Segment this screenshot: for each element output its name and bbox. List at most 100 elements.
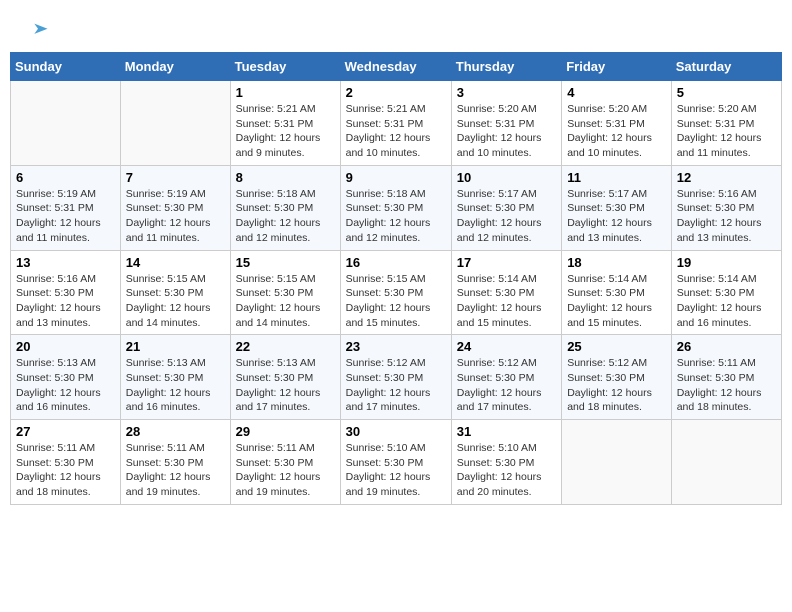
weekday-header-monday: Monday (120, 53, 230, 81)
day-info: Sunrise: 5:18 AM Sunset: 5:30 PM Dayligh… (346, 187, 446, 246)
calendar-cell: 12 Sunrise: 5:16 AM Sunset: 5:30 PM Dayli… (671, 165, 781, 250)
day-number: 31 (457, 424, 556, 439)
day-number: 26 (677, 339, 776, 354)
day-info: Sunrise: 5:19 AM Sunset: 5:31 PM Dayligh… (16, 187, 115, 246)
calendar-cell: 18 Sunrise: 5:14 AM Sunset: 5:30 PM Dayli… (562, 250, 672, 335)
day-number: 19 (677, 255, 776, 270)
day-number: 29 (236, 424, 335, 439)
day-number: 9 (346, 170, 446, 185)
weekday-header-wednesday: Wednesday (340, 53, 451, 81)
calendar-cell: 6 Sunrise: 5:19 AM Sunset: 5:31 PM Daylig… (11, 165, 121, 250)
day-number: 28 (126, 424, 225, 439)
day-number: 20 (16, 339, 115, 354)
calendar-cell: 25Sunrise: 5:12 AM Sunset: 5:30 PM Dayli… (562, 335, 672, 420)
day-info: Sunrise: 5:20 AM Sunset: 5:31 PM Dayligh… (567, 102, 666, 161)
day-info: Sunrise: 5:15 AM Sunset: 5:30 PM Dayligh… (126, 272, 225, 331)
day-number: 3 (457, 85, 556, 100)
day-info: Sunrise: 5:13 AM Sunset: 5:30 PM Dayligh… (236, 356, 335, 415)
logo-icon (27, 20, 49, 42)
calendar-cell: 9 Sunrise: 5:18 AM Sunset: 5:30 PM Daylig… (340, 165, 451, 250)
weekday-header-row: SundayMondayTuesdayWednesdayThursdayFrid… (11, 53, 782, 81)
day-number: 12 (677, 170, 776, 185)
day-number: 2 (346, 85, 446, 100)
calendar-cell: 22 Sunrise: 5:13 AM Sunset: 5:30 PM Dayli… (230, 335, 340, 420)
day-info: Sunrise: 5:21 AM Sunset: 5:31 PM Dayligh… (346, 102, 446, 161)
day-number: 30 (346, 424, 446, 439)
day-info: Sunrise: 5:14 AM Sunset: 5:30 PM Dayligh… (677, 272, 776, 331)
day-number: 10 (457, 170, 556, 185)
calendar-cell: 5 Sunrise: 5:20 AM Sunset: 5:31 PM Daylig… (671, 81, 781, 166)
day-info: Sunrise: 5:17 AM Sunset: 5:30 PM Dayligh… (567, 187, 666, 246)
day-info: Sunrise: 5:18 AM Sunset: 5:30 PM Dayligh… (236, 187, 335, 246)
calendar-cell: 31 Sunrise: 5:10 AM Sunset: 5:30 PM Dayli… (451, 420, 561, 505)
calendar-cell: 21 Sunrise: 5:13 AM Sunset: 5:30 PM Dayli… (120, 335, 230, 420)
calendar-cell: 20Sunrise: 5:13 AM Sunset: 5:30 PM Dayli… (11, 335, 121, 420)
calendar-cell: 10Sunrise: 5:17 AM Sunset: 5:30 PM Dayli… (451, 165, 561, 250)
day-info: Sunrise: 5:15 AM Sunset: 5:30 PM Dayligh… (236, 272, 335, 331)
calendar-cell: 30 Sunrise: 5:10 AM Sunset: 5:30 PM Dayli… (340, 420, 451, 505)
weekday-header-friday: Friday (562, 53, 672, 81)
day-number: 16 (346, 255, 446, 270)
calendar-cell: 2 Sunrise: 5:21 AM Sunset: 5:31 PM Daylig… (340, 81, 451, 166)
day-info: Sunrise: 5:10 AM Sunset: 5:30 PM Dayligh… (457, 441, 556, 500)
weekday-header-saturday: Saturday (671, 53, 781, 81)
calendar-cell (11, 81, 121, 166)
calendar-cell: 1Sunrise: 5:21 AM Sunset: 5:31 PM Daylig… (230, 81, 340, 166)
day-number: 22 (236, 339, 335, 354)
calendar-cell: 23Sunrise: 5:12 AM Sunset: 5:30 PM Dayli… (340, 335, 451, 420)
day-info: Sunrise: 5:10 AM Sunset: 5:30 PM Dayligh… (346, 441, 446, 500)
day-info: Sunrise: 5:14 AM Sunset: 5:30 PM Dayligh… (567, 272, 666, 331)
calendar-cell: 16 Sunrise: 5:15 AM Sunset: 5:30 PM Dayli… (340, 250, 451, 335)
calendar-cell: 24 Sunrise: 5:12 AM Sunset: 5:30 PM Dayli… (451, 335, 561, 420)
day-info: Sunrise: 5:16 AM Sunset: 5:30 PM Dayligh… (677, 187, 776, 246)
calendar-cell: 19 Sunrise: 5:14 AM Sunset: 5:30 PM Dayli… (671, 250, 781, 335)
day-info: Sunrise: 5:12 AM Sunset: 5:30 PM Dayligh… (457, 356, 556, 415)
day-number: 14 (126, 255, 225, 270)
day-info: Sunrise: 5:14 AM Sunset: 5:30 PM Dayligh… (457, 272, 556, 331)
day-number: 13 (16, 255, 115, 270)
weekday-header-thursday: Thursday (451, 53, 561, 81)
calendar-cell: 17 Sunrise: 5:14 AM Sunset: 5:30 PM Dayli… (451, 250, 561, 335)
week-row-2: 6 Sunrise: 5:19 AM Sunset: 5:31 PM Daylig… (11, 165, 782, 250)
calendar-cell: 7 Sunrise: 5:19 AM Sunset: 5:30 PM Daylig… (120, 165, 230, 250)
day-info: Sunrise: 5:12 AM Sunset: 5:30 PM Dayligh… (346, 356, 446, 415)
day-number: 21 (126, 339, 225, 354)
calendar-cell: 8 Sunrise: 5:18 AM Sunset: 5:30 PM Daylig… (230, 165, 340, 250)
calendar-cell: 14 Sunrise: 5:15 AM Sunset: 5:30 PM Dayli… (120, 250, 230, 335)
calendar-cell: 28Sunrise: 5:11 AM Sunset: 5:30 PM Dayli… (120, 420, 230, 505)
day-info: Sunrise: 5:11 AM Sunset: 5:30 PM Dayligh… (677, 356, 776, 415)
day-number: 11 (567, 170, 666, 185)
day-number: 15 (236, 255, 335, 270)
calendar-cell: 4 Sunrise: 5:20 AM Sunset: 5:31 PM Daylig… (562, 81, 672, 166)
week-row-3: 13 Sunrise: 5:16 AM Sunset: 5:30 PM Dayli… (11, 250, 782, 335)
week-row-4: 20 Sunrise: 5:13 AM Sunset: 5:30 PM Dayli… (11, 335, 782, 420)
day-number: 4 (567, 85, 666, 100)
calendar-cell (562, 420, 672, 505)
day-number: 6 (16, 170, 115, 185)
day-number: 27 (16, 424, 115, 439)
day-info: Sunrise: 5:11 AM Sunset: 5:30 PM Dayligh… (16, 441, 115, 500)
logo (25, 20, 49, 42)
week-row-1: 1 Sunrise: 5:21 AM Sunset: 5:31 PM Daylig… (11, 81, 782, 166)
day-number: 25 (567, 339, 666, 354)
day-info: Sunrise: 5:20 AM Sunset: 5:31 PM Dayligh… (677, 102, 776, 161)
day-number: 17 (457, 255, 556, 270)
day-info: Sunrise: 5:15 AM Sunset: 5:30 PM Dayligh… (346, 272, 446, 331)
day-info: Sunrise: 5:13 AM Sunset: 5:30 PM Dayligh… (126, 356, 225, 415)
day-info: Sunrise: 5:16 AM Sunset: 5:30 PM Dayligh… (16, 272, 115, 331)
day-number: 18 (567, 255, 666, 270)
day-number: 24 (457, 339, 556, 354)
weekday-header-sunday: Sunday (11, 53, 121, 81)
calendar-cell: 29Sunrise: 5:11 AM Sunset: 5:30 PM Dayli… (230, 420, 340, 505)
day-info: Sunrise: 5:19 AM Sunset: 5:30 PM Dayligh… (126, 187, 225, 246)
calendar-cell: 27 Sunrise: 5:11 AM Sunset: 5:30 PM Dayli… (11, 420, 121, 505)
day-number: 7 (126, 170, 225, 185)
day-info: Sunrise: 5:20 AM Sunset: 5:31 PM Dayligh… (457, 102, 556, 161)
calendar-cell: 13 Sunrise: 5:16 AM Sunset: 5:30 PM Dayli… (11, 250, 121, 335)
calendar-cell: 11 Sunrise: 5:17 AM Sunset: 5:30 PM Dayli… (562, 165, 672, 250)
page-header (10, 10, 782, 47)
day-number: 8 (236, 170, 335, 185)
day-number: 5 (677, 85, 776, 100)
day-number: 1 (236, 85, 335, 100)
calendar-table: SundayMondayTuesdayWednesdayThursdayFrid… (10, 52, 782, 505)
